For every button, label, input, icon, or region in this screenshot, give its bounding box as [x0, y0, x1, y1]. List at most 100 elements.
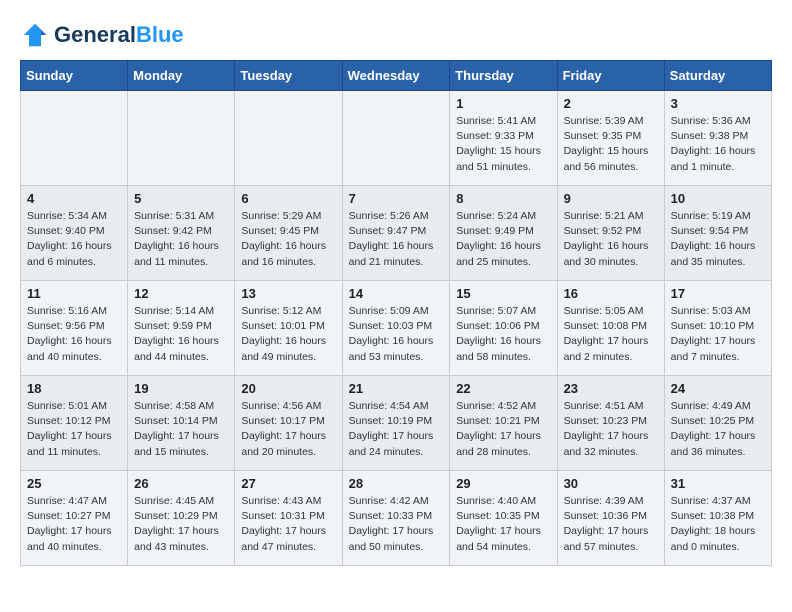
day-number: 21	[349, 381, 444, 396]
day-number: 7	[349, 191, 444, 206]
calendar-cell: 22Sunrise: 4:52 AM Sunset: 10:21 PM Dayl…	[450, 376, 557, 471]
weekday-header-sunday: Sunday	[21, 61, 128, 91]
day-number: 23	[564, 381, 658, 396]
day-info: Sunrise: 5:24 AM Sunset: 9:49 PM Dayligh…	[456, 209, 550, 270]
day-info: Sunrise: 5:12 AM Sunset: 10:01 PM Daylig…	[241, 304, 335, 365]
logo-icon	[20, 20, 50, 50]
calendar-cell: 17 Sunrise: 5:03 AM Sunset: 10:10 PM Dayl…	[664, 281, 771, 376]
day-number: 20	[241, 381, 335, 396]
day-info: Sunrise: 4:47 AM Sunset: 10:27 PM Daylig…	[27, 494, 121, 555]
day-number: 25	[27, 476, 121, 491]
weekday-header-friday: Friday	[557, 61, 664, 91]
calendar-cell: 20 Sunrise: 4:56 AM Sunset: 10:17 PM Dayl…	[235, 376, 342, 471]
day-info: Sunrise: 4:40 AM Sunset: 10:35 PM Daylig…	[456, 494, 550, 555]
calendar-week-row: 4Sunrise: 5:34 AM Sunset: 9:40 PM Daylig…	[21, 186, 772, 281]
calendar-cell: 28 Sunrise: 4:42 AM Sunset: 10:33 PM Dayl…	[342, 471, 450, 566]
day-info: Sunrise: 5:14 AM Sunset: 9:59 PM Dayligh…	[134, 304, 228, 365]
calendar-cell: 14 Sunrise: 5:09 AM Sunset: 10:03 PM Dayl…	[342, 281, 450, 376]
day-info: Sunrise: 5:29 AM Sunset: 9:45 PM Dayligh…	[241, 209, 335, 270]
day-number: 2	[564, 96, 658, 111]
day-number: 5	[134, 191, 228, 206]
day-info: Sunrise: 5:01 AM Sunset: 10:12 PM Daylig…	[27, 399, 121, 460]
day-info: Sunrise: 5:03 AM Sunset: 10:10 PM Daylig…	[671, 304, 765, 365]
day-number: 10	[671, 191, 765, 206]
weekday-header-tuesday: Tuesday	[235, 61, 342, 91]
calendar-cell: 27 Sunrise: 4:43 AM Sunset: 10:31 PM Dayl…	[235, 471, 342, 566]
weekday-header-thursday: Thursday	[450, 61, 557, 91]
day-number: 24	[671, 381, 765, 396]
day-info: Sunrise: 5:07 AM Sunset: 10:06 PM Daylig…	[456, 304, 550, 365]
day-info: Sunrise: 5:41 AM Sunset: 9:33 PM Dayligh…	[456, 114, 550, 175]
day-info: Sunrise: 5:16 AM Sunset: 9:56 PM Dayligh…	[27, 304, 121, 365]
day-number: 28	[349, 476, 444, 491]
day-info: Sunrise: 4:51 AM Sunset: 10:23 PM Daylig…	[564, 399, 658, 460]
calendar-cell: 24 Sunrise: 4:49 AM Sunset: 10:25 PM Dayl…	[664, 376, 771, 471]
calendar-cell	[21, 91, 128, 186]
calendar-cell: 1 Sunrise: 5:41 AM Sunset: 9:33 PM Daylig…	[450, 91, 557, 186]
calendar-cell	[235, 91, 342, 186]
calendar-cell: 8 Sunrise: 5:24 AM Sunset: 9:49 PM Daylig…	[450, 186, 557, 281]
day-number: 1	[456, 96, 550, 111]
calendar-cell: 2 Sunrise: 5:39 AM Sunset: 9:35 PM Daylig…	[557, 91, 664, 186]
day-number: 31	[671, 476, 765, 491]
logo-text: GeneralBlue	[54, 23, 184, 47]
calendar-table: SundayMondayTuesdayWednesdayThursdayFrid…	[20, 60, 772, 566]
day-info: Sunrise: 4:49 AM Sunset: 10:25 PM Daylig…	[671, 399, 765, 460]
calendar-cell: 18 Sunrise: 5:01 AM Sunset: 10:12 PM Dayl…	[21, 376, 128, 471]
day-info: Sunrise: 4:45 AM Sunset: 10:29 PM Daylig…	[134, 494, 228, 555]
calendar-cell: 15Sunrise: 5:07 AM Sunset: 10:06 PM Dayl…	[450, 281, 557, 376]
calendar-cell: 16 Sunrise: 5:05 AM Sunset: 10:08 PM Dayl…	[557, 281, 664, 376]
day-info: Sunrise: 5:34 AM Sunset: 9:40 PM Dayligh…	[27, 209, 121, 270]
day-info: Sunrise: 4:54 AM Sunset: 10:19 PM Daylig…	[349, 399, 444, 460]
day-number: 12	[134, 286, 228, 301]
calendar-cell: 31 Sunrise: 4:37 AM Sunset: 10:38 PM Dayl…	[664, 471, 771, 566]
calendar-cell: 26Sunrise: 4:45 AM Sunset: 10:29 PM Dayl…	[128, 471, 235, 566]
day-info: Sunrise: 5:31 AM Sunset: 9:42 PM Dayligh…	[134, 209, 228, 270]
day-number: 3	[671, 96, 765, 111]
day-info: Sunrise: 5:09 AM Sunset: 10:03 PM Daylig…	[349, 304, 444, 365]
calendar-cell	[342, 91, 450, 186]
day-number: 18	[27, 381, 121, 396]
day-number: 13	[241, 286, 335, 301]
day-info: Sunrise: 5:21 AM Sunset: 9:52 PM Dayligh…	[564, 209, 658, 270]
day-number: 17	[671, 286, 765, 301]
weekday-header-saturday: Saturday	[664, 61, 771, 91]
day-info: Sunrise: 4:42 AM Sunset: 10:33 PM Daylig…	[349, 494, 444, 555]
day-number: 29	[456, 476, 550, 491]
day-info: Sunrise: 5:39 AM Sunset: 9:35 PM Dayligh…	[564, 114, 658, 175]
calendar-cell: 3 Sunrise: 5:36 AM Sunset: 9:38 PM Daylig…	[664, 91, 771, 186]
day-info: Sunrise: 5:19 AM Sunset: 9:54 PM Dayligh…	[671, 209, 765, 270]
weekday-header-row: SundayMondayTuesdayWednesdayThursdayFrid…	[21, 61, 772, 91]
weekday-header-monday: Monday	[128, 61, 235, 91]
calendar-cell: 10 Sunrise: 5:19 AM Sunset: 9:54 PM Dayli…	[664, 186, 771, 281]
day-info: Sunrise: 5:05 AM Sunset: 10:08 PM Daylig…	[564, 304, 658, 365]
day-info: Sunrise: 4:56 AM Sunset: 10:17 PM Daylig…	[241, 399, 335, 460]
page-header: GeneralBlue	[20, 20, 772, 50]
calendar-cell: 9Sunrise: 5:21 AM Sunset: 9:52 PM Daylig…	[557, 186, 664, 281]
day-info: Sunrise: 5:36 AM Sunset: 9:38 PM Dayligh…	[671, 114, 765, 175]
calendar-cell: 23 Sunrise: 4:51 AM Sunset: 10:23 PM Dayl…	[557, 376, 664, 471]
calendar-week-row: 1 Sunrise: 5:41 AM Sunset: 9:33 PM Daylig…	[21, 91, 772, 186]
calendar-cell: 5 Sunrise: 5:31 AM Sunset: 9:42 PM Daylig…	[128, 186, 235, 281]
calendar-cell: 11 Sunrise: 5:16 AM Sunset: 9:56 PM Dayli…	[21, 281, 128, 376]
calendar-week-row: 25 Sunrise: 4:47 AM Sunset: 10:27 PM Dayl…	[21, 471, 772, 566]
day-number: 11	[27, 286, 121, 301]
day-number: 14	[349, 286, 444, 301]
day-info: Sunrise: 4:37 AM Sunset: 10:38 PM Daylig…	[671, 494, 765, 555]
day-number: 30	[564, 476, 658, 491]
calendar-cell: 30 Sunrise: 4:39 AM Sunset: 10:36 PM Dayl…	[557, 471, 664, 566]
calendar-cell: 6 Sunrise: 5:29 AM Sunset: 9:45 PM Daylig…	[235, 186, 342, 281]
day-info: Sunrise: 4:43 AM Sunset: 10:31 PM Daylig…	[241, 494, 335, 555]
calendar-week-row: 11 Sunrise: 5:16 AM Sunset: 9:56 PM Dayli…	[21, 281, 772, 376]
day-number: 19	[134, 381, 228, 396]
day-number: 8	[456, 191, 550, 206]
calendar-cell: 7Sunrise: 5:26 AM Sunset: 9:47 PM Daylig…	[342, 186, 450, 281]
calendar-cell	[128, 91, 235, 186]
day-info: Sunrise: 4:58 AM Sunset: 10:14 PM Daylig…	[134, 399, 228, 460]
day-info: Sunrise: 4:39 AM Sunset: 10:36 PM Daylig…	[564, 494, 658, 555]
day-number: 22	[456, 381, 550, 396]
calendar-cell: 12 Sunrise: 5:14 AM Sunset: 9:59 PM Dayli…	[128, 281, 235, 376]
day-number: 27	[241, 476, 335, 491]
day-number: 16	[564, 286, 658, 301]
day-number: 6	[241, 191, 335, 206]
